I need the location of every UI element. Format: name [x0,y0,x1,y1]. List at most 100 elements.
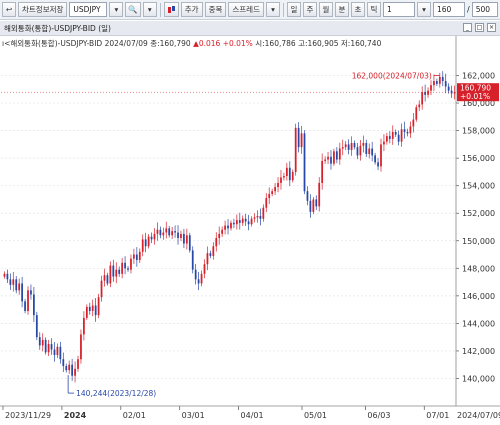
candle-body [380,144,382,167]
minimize-icon[interactable]: _ [463,23,472,32]
candle-body [324,159,326,161]
dropdown-icon[interactable]: ▾ [109,2,124,17]
candle-body [338,148,341,160]
candle-body [238,220,241,223]
candle-body [183,233,185,244]
y-tick-label: 142,000 [462,347,495,356]
candle-body [377,162,379,167]
candle-body [374,155,376,163]
x-tick-label: 07/01 [426,411,449,420]
candle-body [88,306,91,311]
back-icon[interactable]: ↩ [2,2,16,17]
y-tick-label: 146,000 [462,292,495,301]
chart-window-title: 해외통화(통합)-USDJPY-BID (일) _ □ × [0,21,500,36]
price-chart[interactable]: 140,000 142,000 144,000 146,000 148,000 150,0… [0,36,500,425]
candle-body [312,199,315,212]
candle-body [271,191,274,194]
interval-dropdown-icon[interactable]: ▾ [416,2,431,17]
candle-body [418,104,421,108]
candle-body [33,294,35,316]
x-tick-label: 06/03 [367,411,390,420]
legend-change: ▲0.016 [193,39,221,48]
candle-body [233,222,235,225]
candle-body [135,254,138,261]
candle-type-icon [167,6,175,13]
count-total: 500 [471,2,498,17]
x-last-date-label: 2024/07/09 [457,411,500,420]
y-tick-label: 156,000 [462,154,495,163]
y-tick-label: 148,000 [462,264,495,273]
candle-body [106,275,109,284]
candle-body [280,177,282,183]
candle-body [115,269,118,277]
close-icon[interactable]: × [487,23,496,32]
candle-body [83,317,85,335]
count-input[interactable]: 160 [432,2,465,17]
candle-body [112,265,115,277]
candle-body [206,253,209,265]
candle-body [356,147,359,156]
add-button[interactable]: 추가 [180,2,203,17]
candle-body [197,279,200,284]
x-tick-label: 04/01 [241,411,264,420]
candle-body [141,239,144,252]
y-tick-label: 162,000 [462,72,495,81]
candle-body [365,143,368,155]
candle-body [368,148,371,155]
interval-input[interactable]: 1 [382,2,415,17]
candle-body [68,364,71,371]
spread-button[interactable]: 스프레드 [228,2,264,17]
period-week-button[interactable]: 주 [302,2,317,17]
candle-body [27,290,29,311]
candle-body [185,235,188,244]
candle-body [285,167,288,177]
current-pct-label: +0.01% [460,92,490,101]
candle-body [47,344,50,353]
candle-body [412,119,415,127]
search-icon[interactable]: 🔍 [125,2,141,17]
candle-body [274,187,276,192]
period-day-button[interactable]: 일 [286,2,301,17]
candle-body [300,133,303,148]
candle-body [9,279,12,285]
candle-body [203,264,206,274]
candle-body [138,251,141,261]
candle-body [77,359,79,369]
candle-body [171,231,174,236]
candle-body [209,253,212,256]
color-picker-button[interactable]: ▾ [265,2,280,17]
candle-body [41,339,44,346]
legend-high: 고:160,905 [298,39,339,48]
legend-open: 시:160,786 [255,39,296,48]
x-tick-label: 03/01 [182,411,205,420]
overlap-button[interactable]: 중복 [204,2,227,17]
count-separator: / [466,5,470,14]
candle-body [6,273,9,280]
candle-body [3,273,6,277]
candle-body [94,305,97,316]
y-tick-label: 144,000 [462,319,495,328]
zoom-icon[interactable]: ▾ [142,2,157,17]
candle-body [409,126,412,134]
candle-body [156,229,159,234]
candle-body [144,239,147,247]
candle-body [406,131,409,134]
candle-icon[interactable] [163,2,179,17]
candle-body [297,127,300,148]
candle-body [333,151,335,164]
candle-body [56,346,59,356]
period-minute-button[interactable]: 분 [334,2,349,17]
candle-body [344,144,347,148]
period-second-button[interactable]: 초 [350,2,365,17]
period-tick-button[interactable]: 틱 [366,2,381,17]
maximize-icon[interactable]: □ [475,23,484,32]
candle-body [97,297,100,316]
save-chart-info-button[interactable]: 차트정보저장 [18,2,68,17]
period-month-button[interactable]: 월 [318,2,333,17]
candle-body [371,148,374,156]
toolbar: ↩ 차트정보저장 USDJPY ▾ 🔍 ▾ 추가 중복 스프레드 ▾ 일 주 월… [0,0,500,20]
candle-body [194,269,197,280]
symbol-input[interactable]: USDJPY [69,2,108,17]
candle-body [383,141,385,145]
candle-body [224,225,226,230]
